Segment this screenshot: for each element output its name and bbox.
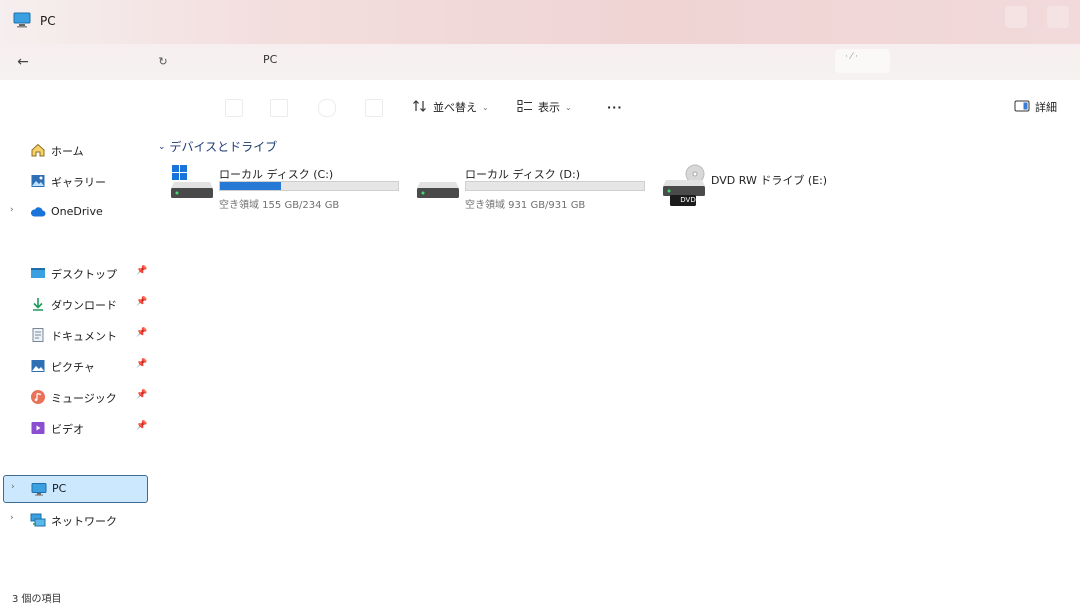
- address-path[interactable]: PC: [263, 53, 277, 66]
- drive-usage-bar: [465, 181, 645, 191]
- delete-icon[interactable]: [365, 99, 383, 117]
- home-icon: [30, 142, 46, 158]
- system-drive-icon: [170, 164, 218, 212]
- chevron-down-icon: ⌄: [565, 102, 572, 112]
- sidebar-item-documents[interactable]: ドキュメント 📌: [0, 322, 152, 348]
- sidebar-item-gallery[interactable]: ギャラリー: [0, 168, 152, 194]
- more-icon: ···: [607, 100, 623, 114]
- sidebar-item-desktop[interactable]: デスクトップ 📌: [0, 260, 152, 286]
- chevron-right-icon[interactable]: ›: [10, 205, 14, 215]
- cloud-icon: [30, 204, 46, 220]
- item-count: 3 個の項目: [12, 594, 62, 605]
- chevron-right-icon[interactable]: ›: [10, 513, 14, 523]
- sidebar-item-label: ピクチャ: [51, 361, 95, 374]
- details-pane-button[interactable]: 詳細: [1014, 99, 1057, 115]
- gallery-icon: [30, 173, 46, 189]
- group-header-devices[interactable]: ⌄ デバイスとドライブ: [158, 138, 277, 155]
- title-bar: PC: [0, 0, 1080, 44]
- chevron-down-icon: ⌄: [158, 141, 166, 152]
- pin-icon[interactable]: 📌: [136, 297, 147, 307]
- share-icon[interactable]: [318, 99, 336, 117]
- view-label: 表示: [538, 101, 560, 114]
- pc-icon: [31, 481, 47, 497]
- sidebar-item-label: OneDrive: [51, 205, 103, 218]
- desktop-icon: [30, 265, 46, 281]
- view-button[interactable]: 表示 ⌄: [517, 99, 572, 115]
- close-button[interactable]: [1047, 6, 1069, 28]
- sidebar-item-pc[interactable]: › PC: [3, 475, 148, 503]
- refresh-icon[interactable]: ↻: [153, 52, 173, 72]
- search-hint: · ⁄ ·: [845, 52, 858, 62]
- maximize-button[interactable]: [1005, 6, 1027, 28]
- sidebar-item-onedrive[interactable]: › OneDrive: [0, 199, 152, 225]
- sidebar-item-label: ギャラリー: [51, 176, 106, 189]
- video-icon: [30, 420, 46, 436]
- pin-icon[interactable]: 📌: [136, 421, 147, 431]
- group-title: デバイスとドライブ: [169, 140, 278, 154]
- sidebar-item-videos[interactable]: ビデオ 📌: [0, 415, 152, 441]
- hard-drive-icon: [416, 164, 464, 212]
- command-bar: 並べ替え ⌄ 表示 ⌄ ··· 詳細: [0, 86, 1080, 128]
- sidebar-item-network[interactable]: › ネットワーク: [0, 507, 152, 533]
- drive-c[interactable]: ローカル ディスク (C:) 空き領域 155 GB/234 GB: [170, 164, 410, 214]
- pin-icon[interactable]: 📌: [136, 266, 147, 276]
- sidebar-item-label: デスクトップ: [51, 268, 117, 281]
- drive-e[interactable]: DVD DVD RW ドライブ (E:): [662, 164, 902, 214]
- dvd-badge: DVD: [680, 196, 696, 204]
- sidebar-item-music[interactable]: ミュージック 📌: [0, 384, 152, 410]
- view-icon: [517, 99, 533, 116]
- pc-icon: [13, 12, 31, 32]
- sidebar-item-label: ビデオ: [51, 423, 84, 436]
- sidebar-item-label: ネットワーク: [51, 515, 117, 528]
- pin-icon[interactable]: 📌: [136, 359, 147, 369]
- sidebar-item-label: PC: [52, 482, 67, 495]
- sidebar-item-label: ホーム: [51, 145, 84, 158]
- content-area: ⌄ デバイスとドライブ ローカル ディスク (C:) 空き領域 155 GB/2…: [155, 128, 1080, 588]
- sidebar-item-downloads[interactable]: ダウンロード 📌: [0, 291, 152, 317]
- rename-icon[interactable]: [270, 99, 288, 117]
- download-icon: [30, 296, 46, 312]
- sidebar-item-label: ダウンロード: [51, 299, 117, 312]
- sort-button[interactable]: 並べ替え ⌄: [412, 99, 489, 115]
- music-icon: [30, 389, 46, 405]
- drive-name: ローカル ディスク (C:): [219, 168, 334, 181]
- navigation-pane: ホーム ギャラリー › OneDrive デスクトップ 📌 ダウンロード 📌 ド…: [0, 128, 152, 588]
- drive-name: DVD RW ドライブ (E:): [711, 174, 828, 187]
- sidebar-item-pictures[interactable]: ピクチャ 📌: [0, 353, 152, 379]
- chevron-right-icon[interactable]: ›: [11, 482, 15, 492]
- details-pane-icon: [1014, 99, 1030, 116]
- drive-free-space: 空き領域 155 GB/234 GB: [219, 200, 340, 211]
- search-input[interactable]: · ⁄ ·: [835, 49, 890, 73]
- drive-d[interactable]: ローカル ディスク (D:) 空き領域 931 GB/931 GB: [416, 164, 656, 214]
- details-label: 詳細: [1035, 101, 1057, 114]
- status-bar: 3 個の項目: [0, 588, 1080, 607]
- sidebar-item-home[interactable]: ホーム: [0, 137, 152, 163]
- back-arrow-icon[interactable]: ←: [13, 52, 33, 72]
- drive-usage-fill: [220, 182, 281, 190]
- pin-icon[interactable]: 📌: [136, 328, 147, 338]
- sidebar-item-label: ミュージック: [51, 392, 117, 405]
- document-icon: [30, 327, 46, 343]
- pictures-icon: [30, 358, 46, 374]
- pin-icon[interactable]: 📌: [136, 390, 147, 400]
- copy-icon[interactable]: [225, 99, 243, 117]
- drive-name: ローカル ディスク (D:): [465, 168, 580, 181]
- drive-usage-bar: [219, 181, 399, 191]
- sidebar-item-label: ドキュメント: [51, 330, 117, 343]
- sort-label: 並べ替え: [433, 101, 477, 114]
- chevron-down-icon: ⌄: [482, 102, 489, 112]
- drive-free-space: 空き領域 931 GB/931 GB: [465, 200, 586, 211]
- address-bar: ← ↻ PC · ⁄ ·: [0, 44, 1080, 80]
- more-options-button[interactable]: ···: [607, 99, 623, 115]
- sort-icon: [412, 99, 428, 116]
- network-icon: [30, 512, 46, 528]
- window-title: PC: [40, 14, 56, 28]
